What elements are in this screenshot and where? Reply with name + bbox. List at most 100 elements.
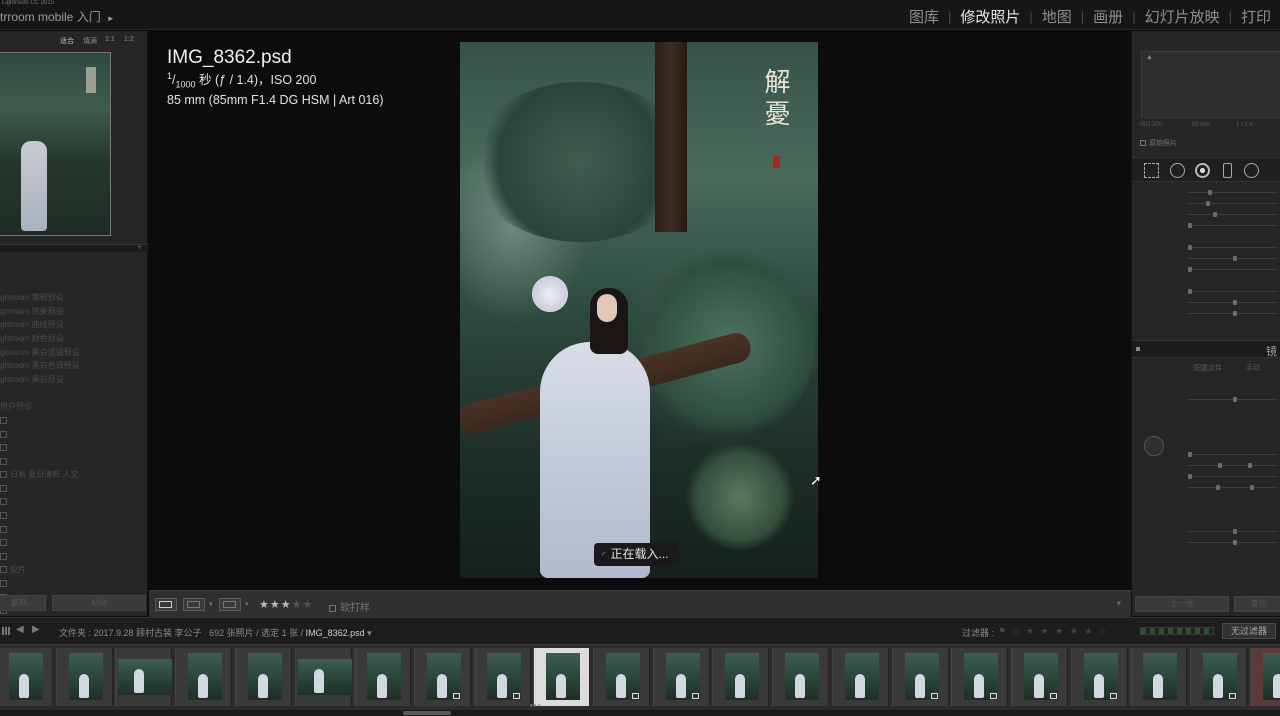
filmstrip-thumbnail[interactable] <box>951 648 1008 706</box>
module-tab[interactable]: 打印 <box>1232 6 1280 27</box>
filmstrip-thumbnail[interactable] <box>1250 648 1280 706</box>
slider[interactable] <box>1132 286 1280 297</box>
identity-plate[interactable]: trroom mobile 入门 ► <box>0 8 115 25</box>
filmstrip-thumbnail[interactable] <box>832 648 889 706</box>
slider[interactable] <box>1132 242 1280 253</box>
clipping-indicator-icon[interactable]: ▲ <box>1146 54 1153 61</box>
filmstrip-thumbnail[interactable] <box>593 648 650 706</box>
preset-item[interactable] <box>0 278 148 292</box>
histogram[interactable]: ▲ <box>1141 51 1280 118</box>
crop-icon[interactable] <box>1144 163 1159 178</box>
slider[interactable] <box>1132 297 1280 308</box>
preset-item[interactable] <box>0 427 148 441</box>
paste-button[interactable]: 粘贴 <box>52 595 146 611</box>
filmstrip-thumbnail[interactable] <box>1071 648 1128 706</box>
slider[interactable] <box>1132 198 1280 209</box>
module-tab[interactable]: 图库 <box>900 6 948 27</box>
filmstrip-thumbnail[interactable] <box>772 648 829 706</box>
preset-item[interactable] <box>0 495 148 509</box>
filmstrip-thumbnail[interactable] <box>533 648 590 706</box>
add-preset-icon[interactable]: + <box>137 242 142 252</box>
slider[interactable] <box>1132 482 1280 493</box>
slider[interactable] <box>1132 220 1280 231</box>
filmstrip-thumbnail[interactable] <box>115 648 172 706</box>
filmstrip-thumbnail[interactable] <box>474 648 531 706</box>
filmstrip-scrollbar[interactable] <box>0 710 1280 716</box>
slider[interactable] <box>1132 308 1280 319</box>
filmstrip-thumbnail[interactable] <box>56 648 113 706</box>
preset-item[interactable]: 用户预设 <box>0 400 148 414</box>
filmstrip-thumbnail[interactable] <box>295 648 352 706</box>
zoom-1-1[interactable]: 1:1 <box>105 36 115 43</box>
preset-item[interactable]: ghtroom 曲线预设 <box>0 318 148 332</box>
slider[interactable] <box>1132 460 1280 471</box>
preset-item[interactable] <box>0 577 148 591</box>
preset-item[interactable] <box>0 386 148 400</box>
forward-arrow-icon[interactable]: ▶ <box>32 624 40 635</box>
presets-header[interactable]: + <box>0 242 148 252</box>
slider[interactable] <box>1132 264 1280 275</box>
compare-menu-icon[interactable]: ▾ <box>245 600 249 608</box>
preset-item[interactable] <box>0 536 148 550</box>
tab-profile[interactable]: 配置文件 <box>1194 363 1222 373</box>
filmstrip-thumbnail[interactable] <box>235 648 292 706</box>
before-after-button[interactable] <box>183 598 205 611</box>
zoom-fit[interactable]: 适合 <box>60 36 74 46</box>
before-after-menu-icon[interactable]: ▾ <box>209 600 213 608</box>
no-filter-button[interactable]: 无过滤器 <box>1222 623 1276 639</box>
tab-manual[interactable]: 手动 <box>1246 363 1260 373</box>
back-arrow-icon[interactable]: ◀ <box>16 624 24 635</box>
filter-controls[interactable]: ⚑ ◇ ★ ★ ★ ★ ★ ☆ <box>998 626 1109 637</box>
preset-item[interactable] <box>0 454 148 468</box>
copy-button[interactable]: 复制... <box>0 595 46 611</box>
previous-button[interactable]: 上一张 <box>1135 596 1229 612</box>
preset-item[interactable] <box>0 522 148 536</box>
filmstrip-thumbnail[interactable] <box>712 648 769 706</box>
module-tab[interactable]: 画册 <box>1084 6 1132 27</box>
scroll-thumb[interactable] <box>403 711 451 715</box>
module-tab[interactable]: 幻灯片放映 <box>1136 6 1229 27</box>
preset-item[interactable]: 日系 夏日清新 人文 <box>0 468 148 482</box>
radial-filter-icon[interactable] <box>1244 163 1259 178</box>
filmstrip-thumbnail[interactable] <box>1190 648 1247 706</box>
soft-proofing-checkbox[interactable] <box>329 605 336 612</box>
slider[interactable] <box>1132 394 1280 405</box>
preset-item[interactable] <box>0 549 148 563</box>
zoom-1-2[interactable]: 1:2 <box>124 36 134 43</box>
preset-item[interactable]: ghtroom 黑白色调预设 <box>0 359 148 373</box>
color-label-filter[interactable] <box>1140 627 1214 635</box>
slider[interactable] <box>1132 537 1280 548</box>
rating-stars[interactable]: ★★★★★ <box>259 598 313 611</box>
preset-item[interactable] <box>0 482 148 496</box>
source-path[interactable]: 文件夹 : 2017.9.28 顾村古装 李公子 692 张照片 / 选定 1 … <box>59 626 372 639</box>
filmstrip-thumbnail[interactable] <box>1130 648 1187 706</box>
graduated-filter-icon[interactable] <box>1223 163 1232 178</box>
module-tab[interactable]: 修改照片 <box>951 6 1029 27</box>
toolbar-menu-icon[interactable]: ▾ <box>1116 598 1121 609</box>
preset-item[interactable]: ghtroom 黑白滤镜预设 <box>0 346 148 360</box>
preset-item[interactable]: ghtroom 常规预设 <box>0 291 148 305</box>
slider[interactable] <box>1132 187 1280 198</box>
slider[interactable] <box>1132 526 1280 537</box>
preset-item[interactable]: 胶片 <box>0 563 148 577</box>
slider[interactable] <box>1132 209 1280 220</box>
panel-toggle-icon[interactable] <box>1136 347 1140 351</box>
preset-item[interactable]: ghtroom 黑白预设 <box>0 373 148 387</box>
preset-item[interactable] <box>0 414 148 428</box>
filmstrip-thumbnail[interactable] <box>354 648 411 706</box>
lens-profile-icon[interactable] <box>1144 436 1164 456</box>
navigator-preview[interactable] <box>0 52 111 236</box>
filmstrip-thumbnail[interactable] <box>175 648 232 706</box>
preset-item[interactable] <box>0 509 148 523</box>
spot-removal-icon[interactable] <box>1170 163 1185 178</box>
soft-proofing-toggle[interactable]: 软打样 <box>329 599 370 614</box>
preset-item[interactable] <box>0 264 148 278</box>
red-eye-icon[interactable] <box>1195 163 1210 178</box>
reset-button[interactable]: 复位 <box>1234 596 1280 612</box>
module-tab[interactable]: 地图 <box>1033 6 1081 27</box>
filmstrip-thumbnail[interactable] <box>892 648 949 706</box>
slider[interactable] <box>1132 471 1280 482</box>
preset-item[interactable] <box>0 441 148 455</box>
lens-corrections-header[interactable]: 镜 <box>1132 340 1280 358</box>
preset-item[interactable]: ghtroom 颜色预设 <box>0 332 148 346</box>
